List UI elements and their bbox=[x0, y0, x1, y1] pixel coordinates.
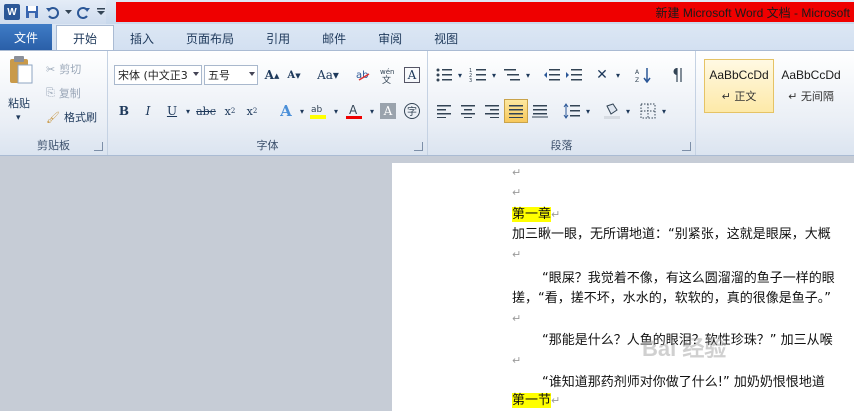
section-heading[interactable]: 第一节↵ bbox=[512, 389, 560, 408]
quick-access-toolbar: W bbox=[0, 0, 106, 24]
line-spacing-dropdown-icon[interactable]: ▾ bbox=[578, 101, 598, 121]
paragraph-line[interactable]: “眼屎？我觉着不像，有这么圆溜溜的鱼子一样的眼 bbox=[542, 267, 835, 286]
grow-font-icon[interactable]: A ▲ bbox=[262, 65, 282, 85]
clear-formatting-icon[interactable]: ab bbox=[354, 65, 374, 85]
highlight-dropdown-icon[interactable]: ▾ bbox=[326, 101, 346, 121]
copy-button[interactable]: ⎘ 复制 bbox=[46, 85, 81, 101]
paragraph-group-label: 段落 bbox=[550, 139, 573, 152]
sort-icon[interactable]: AZ bbox=[634, 65, 654, 85]
italic-icon[interactable]: I bbox=[138, 101, 158, 121]
ribbon-tabs: 文件 开始 插入 页面布局 引用 邮件 审阅 视图 bbox=[0, 24, 854, 50]
tab-home[interactable]: 开始 bbox=[56, 25, 115, 50]
title-highlight-bar: 新建 Microsoft Word 文档 - Microsoft bbox=[116, 2, 854, 22]
tab-page-layout[interactable]: 页面布局 bbox=[170, 26, 250, 50]
redo-icon[interactable] bbox=[76, 4, 92, 20]
chapter-heading[interactable]: 第一章↵ bbox=[512, 203, 560, 222]
chinese-layout-dropdown-icon[interactable]: ▾ bbox=[608, 65, 628, 85]
paragraph-line[interactable]: 加三瞅一眼，无所谓地道：“别紧张，这就是眼屎，大概 bbox=[512, 223, 831, 242]
svg-text:3: 3 bbox=[469, 78, 472, 83]
svg-text:Z: Z bbox=[635, 77, 639, 83]
align-center-icon[interactable] bbox=[458, 101, 478, 121]
bold-icon[interactable]: B bbox=[114, 101, 134, 121]
paragraph-line[interactable]: “谁知道那药剂师对你做了什么!” 加奶奶恨恨地道 bbox=[542, 371, 825, 390]
document-page[interactable]: ↵ ↵ 第一章↵ 加三瞅一眼，无所谓地道：“别紧张，这就是眼屎，大概 ↵ “眼屎… bbox=[392, 163, 854, 411]
character-border-icon[interactable]: A bbox=[404, 67, 420, 83]
paragraph-launcher-icon[interactable] bbox=[682, 142, 691, 151]
document-area: ↵ ↵ 第一章↵ 加三瞅一眼，无所谓地道：“别紧张，这就是眼屎，大概 ↵ “眼屎… bbox=[0, 157, 854, 411]
scissors-icon: ✂ bbox=[46, 62, 56, 76]
tab-insert[interactable]: 插入 bbox=[114, 26, 170, 50]
change-case-icon[interactable]: Aa▾ bbox=[314, 65, 342, 85]
empty-paragraph: ↵ bbox=[512, 248, 522, 261]
font-color-dropdown-icon[interactable]: ▾ bbox=[362, 101, 382, 121]
paste-dropdown-icon[interactable]: ▾ bbox=[16, 113, 21, 123]
paste-button[interactable]: 粘贴 bbox=[8, 95, 30, 111]
underline-dropdown-icon[interactable]: ▾ bbox=[178, 101, 198, 121]
tab-review[interactable]: 审阅 bbox=[362, 26, 418, 50]
save-icon[interactable] bbox=[24, 4, 40, 20]
shading-dropdown-icon[interactable]: ▾ bbox=[618, 101, 638, 121]
style-no-spacing[interactable]: AaBbCcDd ↵ 无间隔 bbox=[776, 59, 846, 113]
clipboard-launcher-icon[interactable] bbox=[94, 142, 103, 151]
undo-icon[interactable] bbox=[44, 4, 60, 20]
paste-icon[interactable] bbox=[6, 55, 36, 85]
window-title: 新建 Microsoft Word 文档 - Microsoft bbox=[655, 5, 850, 20]
paragraph-group: ▾ 123 ▾ ▾ ✕ ▾ AZ ▾ ▾ ▾ 段落 bbox=[428, 51, 696, 155]
justify-icon[interactable] bbox=[504, 99, 528, 123]
superscript-icon[interactable]: x2 bbox=[242, 101, 262, 121]
tab-references[interactable]: 引用 bbox=[250, 26, 306, 50]
clipboard-group: 粘贴 ▾ ✂ 剪切 ⎘ 复制 🖌 格式刷 剪贴板 bbox=[0, 51, 108, 155]
font-group-label: 字体 bbox=[256, 139, 279, 152]
character-shading-icon[interactable]: A bbox=[380, 103, 396, 119]
show-paragraph-marks-icon[interactable] bbox=[668, 65, 688, 85]
paragraph-line[interactable]: 搓，“看，搓不坏，水水的，软软的，真的很像是鱼子。” bbox=[512, 287, 831, 306]
svg-text:字: 字 bbox=[407, 105, 417, 118]
strikethrough-icon[interactable]: abc bbox=[196, 101, 216, 121]
align-right-icon[interactable] bbox=[482, 101, 502, 121]
increase-indent-icon[interactable] bbox=[564, 65, 584, 85]
customize-icon[interactable] bbox=[96, 4, 106, 20]
svg-text:A: A bbox=[349, 103, 358, 117]
format-painter-button[interactable]: 🖌 格式刷 bbox=[46, 109, 97, 125]
clipboard-group-label: 剪贴板 bbox=[37, 139, 70, 152]
title-bar: W 新建 Microsoft Word 文档 - Microsoft bbox=[0, 0, 854, 24]
multilevel-dropdown-icon[interactable]: ▾ bbox=[518, 65, 538, 85]
style-normal[interactable]: AaBbCcDd ↵ 正文 bbox=[704, 59, 774, 113]
tab-file[interactable]: 文件 bbox=[0, 24, 53, 50]
tab-mailings[interactable]: 邮件 bbox=[306, 26, 362, 50]
copy-icon: ⎘ bbox=[46, 86, 55, 99]
enclose-characters-icon[interactable]: 字 bbox=[402, 101, 422, 121]
subscript-icon[interactable]: x2 bbox=[220, 101, 240, 121]
tab-view[interactable]: 视图 bbox=[418, 26, 474, 50]
phonetic-guide-icon[interactable]: wén 文 bbox=[378, 65, 398, 85]
font-name-select[interactable]: 宋体 (中文正3 bbox=[114, 65, 202, 85]
numbering-dropdown-icon[interactable]: ▾ bbox=[484, 65, 504, 85]
word-logo-icon[interactable]: W bbox=[4, 4, 20, 20]
empty-paragraph: ↵ bbox=[512, 312, 522, 325]
ribbon: 粘贴 ▾ ✂ 剪切 ⎘ 复制 🖌 格式刷 剪贴板 宋体 (中文正3 五号 A ▲ … bbox=[0, 50, 854, 156]
font-size-select[interactable]: 五号 bbox=[204, 65, 258, 85]
svg-text:A: A bbox=[635, 69, 640, 76]
empty-paragraph: ↵ bbox=[512, 166, 522, 179]
align-left-icon[interactable] bbox=[434, 101, 454, 121]
bullets-dropdown-icon[interactable]: ▾ bbox=[450, 65, 470, 85]
distributed-icon[interactable] bbox=[530, 101, 550, 121]
decrease-indent-icon[interactable] bbox=[542, 65, 562, 85]
borders-dropdown-icon[interactable]: ▾ bbox=[654, 101, 674, 121]
highlight-color-icon[interactable]: ab bbox=[308, 101, 328, 121]
dropdown-arrow-icon[interactable] bbox=[64, 4, 72, 20]
shrink-font-icon[interactable]: A ▼ bbox=[284, 65, 304, 85]
cut-button[interactable]: ✂ 剪切 bbox=[46, 61, 81, 77]
svg-text:ab: ab bbox=[311, 105, 323, 115]
styles-group: AaBbCcDd ↵ 正文 AaBbCcDd ↵ 无间隔 bbox=[696, 51, 854, 155]
font-color-icon[interactable]: A bbox=[344, 101, 364, 121]
paintbrush-icon: 🖌 bbox=[46, 110, 60, 124]
svg-text:文: 文 bbox=[382, 74, 391, 84]
font-launcher-icon[interactable] bbox=[414, 142, 423, 151]
svg-text:wén: wén bbox=[380, 68, 394, 76]
empty-paragraph: ↵ bbox=[512, 354, 522, 367]
empty-paragraph: ↵ bbox=[512, 186, 522, 199]
font-group: 宋体 (中文正3 五号 A ▲ A ▼ Aa▾ ab wén 文 A B I U ▾ … bbox=[108, 51, 428, 155]
baidu-watermark: Bai 经验 bbox=[642, 336, 727, 361]
